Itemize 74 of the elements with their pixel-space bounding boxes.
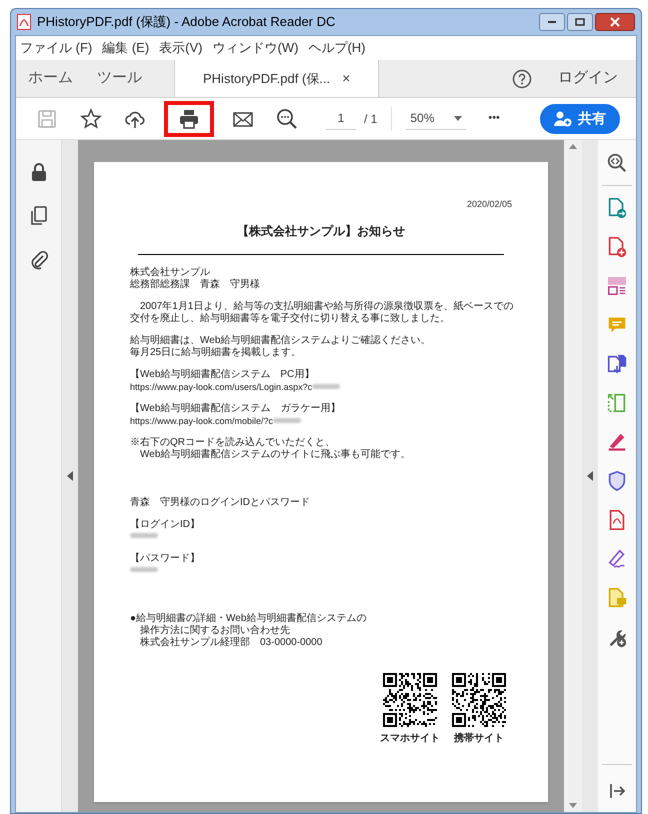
document-text: 交付を廃止し、給与明細書等を電子交付に切り替える事に致しました。 [130, 312, 451, 324]
menu-item[interactable]: ファイル (F) [20, 38, 92, 58]
page-count: / 1 [364, 110, 378, 128]
login-link[interactable]: ログイン [558, 67, 618, 90]
tab-label: PHistoryPDF.pdf (保... [203, 70, 330, 88]
menu-item[interactable]: 表示(V) [159, 38, 203, 58]
page-number-field[interactable]: 1 [326, 107, 356, 130]
crop-icon[interactable] [606, 392, 628, 414]
nav-tab[interactable]: ツール [85, 60, 154, 97]
minimize-icon [547, 20, 557, 24]
help-icon[interactable] [512, 68, 532, 88]
document-text: 株式会社サンプル [130, 266, 211, 278]
pages-icon[interactable] [30, 206, 48, 226]
document-text: 株式会社サンプル経理部 03-0000-0000 [139, 636, 324, 648]
share-button[interactable]: 共有 [540, 104, 620, 134]
document-text: Web給与明細書配信システムのサイトに飛ぶ事も可能です。 [139, 448, 412, 460]
zoom-dropdown[interactable]: 50% [406, 107, 466, 130]
qr-code-icon [383, 672, 437, 726]
save-icon [36, 108, 58, 130]
document-plus-icon[interactable] [606, 236, 628, 258]
maximize-icon [575, 18, 585, 26]
qr-caption: スマホサイト [380, 732, 440, 746]
document-text: ●給与明細書の詳細・Web給与明細書配信システムの [130, 612, 368, 624]
qr-caption: 携帯サイト [454, 732, 504, 746]
maximize-button[interactable] [567, 13, 593, 31]
document-tab[interactable]: PHistoryPDF.pdf (保... × [174, 60, 380, 97]
document-arrow-icon[interactable] [606, 197, 628, 219]
expand-panel-icon[interactable] [608, 782, 626, 800]
section-heading: 【Web給与明細書配信システム ガラケー用】 [130, 402, 342, 414]
document-text: 総務部総務課 青森 守男様 [130, 278, 261, 290]
pdf-file-icon [17, 14, 31, 30]
lock-icon[interactable] [30, 162, 46, 182]
close-button[interactable] [595, 13, 635, 31]
scroll-up-icon[interactable] [569, 144, 577, 149]
more-button[interactable]: ••• [488, 110, 500, 127]
url-text: https://www.pay-look.com/users/Login.aspx?c [130, 380, 312, 392]
document-text: 2007年1月1日より、給与等の支払明細書や給与所得の源泉徴収票を、紙ベースでの [139, 300, 512, 312]
pen-icon[interactable] [606, 431, 628, 453]
zoom-icon [276, 108, 298, 130]
scroll-down-icon[interactable] [569, 803, 577, 808]
menu-item[interactable]: ウィンドウ(W) [212, 38, 298, 58]
window-title: PHistoryPDF.pdf (保護) - Adobe Acrobat Reader DC [37, 13, 336, 32]
zoom-icon[interactable] [606, 152, 628, 174]
document-text: 操作方法に関するお問い合わせ先 [139, 624, 291, 636]
document-text: 給与明細書は、Web給与明細書配信システムよりご確認ください。 [130, 334, 432, 346]
section-heading: 【Web給与明細書配信システム PC用】 [130, 368, 316, 380]
menu-item[interactable]: 編集 (E) [102, 38, 150, 58]
section-heading: 【パスワード】 [130, 552, 201, 564]
caret-icon [454, 116, 462, 120]
layout-icon[interactable] [606, 275, 628, 297]
zoom-value: 50% [410, 110, 434, 127]
printer-button[interactable] [164, 100, 214, 136]
printer-icon [178, 108, 200, 130]
close-tab-button[interactable]: × [342, 68, 350, 89]
documents-arrow-icon[interactable] [606, 353, 628, 375]
document-text: ※右下のQRコードを読み込んでいただくと、 [130, 436, 336, 448]
document-text: 青森 守男様のログインIDとパスワード [130, 496, 311, 508]
document-text: 毎月25日に給与明細書を掲載します。 [130, 346, 302, 358]
shield-icon[interactable] [606, 470, 628, 492]
add-user-icon [554, 110, 572, 126]
document-date: 2020/02/05 [466, 198, 512, 211]
url-text: https://www.pay-look.com/mobile/?c [130, 414, 274, 426]
qr-code-icon [452, 672, 506, 726]
close-icon [610, 17, 620, 27]
minimize-button[interactable] [539, 13, 565, 31]
document-title: 【株式会社サンプル】お知らせ [237, 222, 405, 240]
nav-tab[interactable]: ホーム [16, 60, 85, 97]
star-icon [80, 108, 102, 130]
scrollbar[interactable] [564, 140, 582, 812]
section-heading: 【ログインID】 [130, 518, 201, 530]
collapse-right-icon[interactable] [587, 471, 593, 481]
menu-item[interactable]: ヘルプ(H) [308, 38, 366, 58]
collapse-left-icon[interactable] [67, 471, 73, 481]
paperclip-icon[interactable] [30, 250, 48, 270]
